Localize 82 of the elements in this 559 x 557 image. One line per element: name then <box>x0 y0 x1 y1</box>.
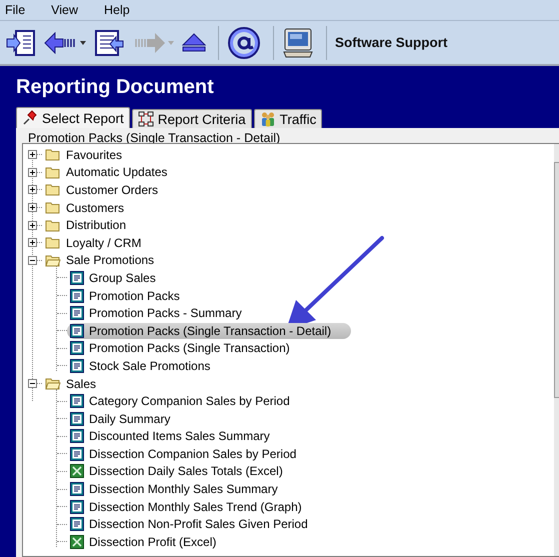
email-at-icon <box>227 26 261 60</box>
report-icon <box>70 324 84 338</box>
expand-toggle[interactable] <box>28 379 37 388</box>
tree-item[interactable]: Daily Summary <box>67 410 174 427</box>
people-icon <box>260 111 276 127</box>
tree-folder[interactable]: Automatic Updates <box>42 164 170 180</box>
report-icon <box>70 412 84 426</box>
plus-icon <box>29 168 36 176</box>
expand-toggle[interactable] <box>28 185 37 194</box>
expand-toggle[interactable] <box>28 220 37 230</box>
tree-item[interactable]: Discounted Items Sales Summary <box>67 428 273 444</box>
eject-icon <box>182 32 206 52</box>
diagram-icon <box>138 111 154 127</box>
page-title: Reporting Document <box>15 75 215 98</box>
tree-folder[interactable]: Customer Orders <box>42 182 162 198</box>
tree-item[interactable]: Dissection Monthly Sales Trend (Graph) <box>67 498 305 515</box>
tree-folder[interactable]: Distribution <box>42 217 130 234</box>
tree-folder[interactable]: Loyalty / CRM <box>42 234 144 251</box>
open-folder-icon <box>45 377 61 390</box>
menu-item[interactable]: Help <box>104 3 130 17</box>
pushpin-icon <box>22 110 38 126</box>
report-import-icon <box>94 28 124 56</box>
expand-toggle[interactable] <box>28 203 37 212</box>
spreadsheet-icon <box>70 464 84 478</box>
report-icon <box>70 517 84 532</box>
tree-item[interactable]: Promotion Packs (Single Transaction - Detail) <box>67 322 352 339</box>
import-panel-icon <box>6 28 36 56</box>
toolbar-button[interactable] <box>282 26 314 58</box>
open-folder-icon <box>45 254 61 267</box>
tree-item[interactable]: Promotion Packs - Summary <box>67 305 245 322</box>
report-icon <box>70 429 84 444</box>
tree-item[interactable]: Group Sales <box>67 270 159 286</box>
tab[interactable]: Traffic <box>254 109 322 128</box>
tree-item[interactable]: Dissection Monthly Sales Summary <box>67 481 281 498</box>
tree-item[interactable]: Dissection Profit (Excel) <box>67 534 220 550</box>
report-icon <box>70 358 84 373</box>
caret-icon <box>80 40 86 44</box>
tree-item[interactable]: Stock Sale Promotions <box>67 358 214 374</box>
tree-item[interactable]: Promotion Packs <box>67 288 183 304</box>
scrollbar[interactable] <box>554 144 559 556</box>
report-icon <box>70 394 84 408</box>
menu-item[interactable]: File <box>5 3 26 17</box>
spreadsheet-icon <box>70 534 84 549</box>
folder-icon <box>45 218 61 232</box>
tree-item[interactable]: Dissection Non-Profit Sales Given Period <box>67 516 311 532</box>
report-icon <box>70 341 84 356</box>
expand-toggle[interactable] <box>28 168 37 177</box>
caret-icon <box>168 40 174 44</box>
folder-icon <box>45 201 61 214</box>
tree-item[interactable]: Dissection Daily Sales Totals (Excel) <box>67 463 286 480</box>
report-icon <box>70 500 84 514</box>
report-icon <box>70 288 84 303</box>
folder-icon <box>45 148 61 162</box>
folder-icon <box>45 166 61 179</box>
computer-icon <box>282 26 314 58</box>
tree-item[interactable]: Promotion Packs (Single Transaction) <box>67 340 293 356</box>
plus-icon <box>29 151 36 158</box>
plus-icon <box>29 222 36 229</box>
plus-icon <box>29 186 36 194</box>
plus-icon <box>29 204 36 212</box>
toolbar-label: Software Support <box>335 35 448 50</box>
tab[interactable]: Select Report <box>16 107 130 128</box>
plus-icon <box>29 239 36 246</box>
tree-folder[interactable]: Sales <box>42 376 100 392</box>
tab[interactable]: Report Criteria <box>132 109 252 128</box>
expand-toggle[interactable] <box>28 150 37 160</box>
folder-icon <box>45 183 61 196</box>
folder-icon <box>45 236 61 250</box>
tree-folder[interactable]: Favourites <box>42 146 126 163</box>
tree-folder[interactable]: Sale Promotions <box>42 252 158 268</box>
menu-item[interactable]: View <box>51 3 78 17</box>
tree-item[interactable]: Dissection Companion Sales by Period <box>67 446 300 462</box>
tree-folder[interactable]: Customers <box>42 200 128 216</box>
report-icon <box>70 270 84 285</box>
report-icon <box>70 482 84 496</box>
report-icon <box>70 306 84 320</box>
report-icon <box>70 446 84 461</box>
tree-item[interactable]: Category Companion Sales by Period <box>67 393 293 410</box>
back-arrow-icon <box>44 32 78 54</box>
toolbar-button[interactable] <box>227 26 261 58</box>
expand-toggle[interactable] <box>28 256 37 265</box>
expand-toggle[interactable] <box>28 238 37 248</box>
